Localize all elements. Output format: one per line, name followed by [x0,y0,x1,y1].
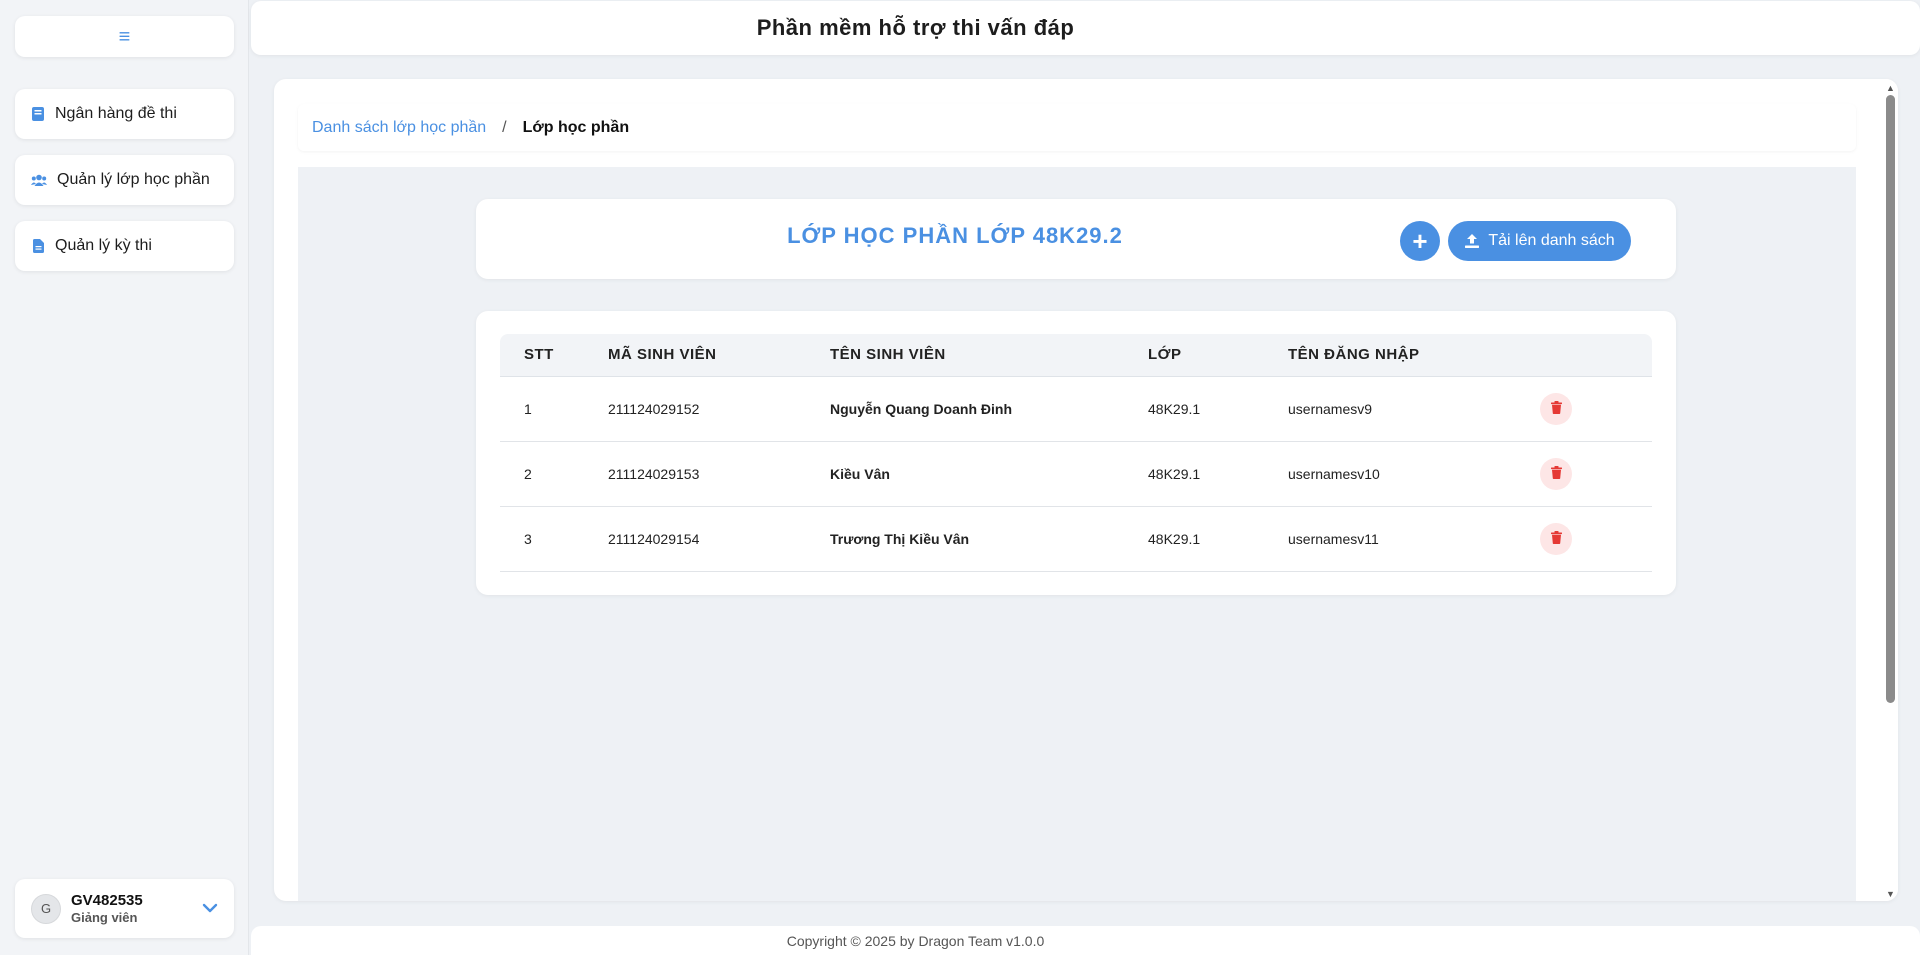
app-header: Phần mềm hỗ trợ thi vấn đáp [251,1,1920,55]
cell-stt: 3 [500,506,608,572]
users-icon [31,173,47,187]
column-header: MÃ SINH VIÊN [608,334,830,377]
add-student-button[interactable]: + [1400,221,1440,261]
sidebar-item-exam-management[interactable]: Quản lý kỳ thi [15,221,234,271]
copyright-text: Copyright © 2025 by Dragon Team v1.0.0 [786,932,1045,949]
table-row: 1 211124029152 Nguyễn Quang Doanh Đinh 4… [500,376,1652,442]
upload-list-label: Tải lên danh sách [1488,232,1615,249]
student-table: STT MÃ SINH VIÊN TÊN SINH VIÊN LỚP TÊN Đ… [500,334,1652,572]
app-title: Phần mềm hỗ trợ thi vấn đáp [756,15,1075,40]
book-icon [31,107,45,121]
trash-icon [1550,465,1562,482]
cell-student-name: Nguyễn Quang Doanh Đinh [830,376,1148,442]
cell-student-id: 211124029152 [608,376,830,442]
menu-toggle-button[interactable]: ≡ [15,16,234,57]
column-header: STT [500,334,608,377]
cell-actions [1540,441,1652,507]
upload-list-button[interactable]: Tải lên danh sách [1448,221,1631,261]
table-row: 2 211124029153 Kiều Vân 48K29.1 username… [500,441,1652,507]
chevron-down-icon[interactable] [202,900,218,918]
cell-actions [1540,506,1652,572]
column-header: TÊN SINH VIÊN [830,334,1148,377]
main-panel: Danh sách lớp học phần / Lớp học phần LỚ… [274,79,1898,901]
avatar: G [31,893,61,924]
class-header-card: LỚP HỌC PHẦN LỚP 48K29.2 + Tải lên danh … [476,199,1676,279]
user-name: GV482535 [71,892,143,909]
cell-class: 48K29.1 [1148,441,1288,507]
class-title: LỚP HỌC PHẦN LỚP 48K29.2 [787,223,1123,248]
document-icon [31,239,45,253]
cell-class: 48K29.1 [1148,506,1288,572]
breadcrumb: Danh sách lớp học phần / Lớp học phần [298,104,1856,151]
upload-icon [1464,233,1480,249]
cell-student-id: 211124029153 [608,441,830,507]
delete-button[interactable] [1540,522,1572,555]
column-header-actions [1540,334,1652,377]
cell-actions [1540,376,1652,442]
user-role: Giảng viên [71,910,138,925]
table-row: 3 211124029154 Trương Thị Kiều Vân 48K29… [500,506,1652,572]
vertical-scrollbar[interactable]: ▲ ▼ [1882,79,1898,901]
column-header: TÊN ĐĂNG NHẬP [1288,334,1540,377]
cell-stt: 1 [500,376,608,442]
breadcrumb-class-list-link[interactable]: Danh sách lớp học phần [312,119,486,137]
cell-stt: 2 [500,441,608,507]
sidebar: ≡ Ngân hàng đề thi Quản lý lớp học phần … [0,0,249,955]
sidebar-item-label: Quản lý kỳ thi [55,237,152,254]
cell-student-name: Trương Thị Kiều Vân [830,506,1148,572]
breadcrumb-separator: / [502,118,507,136]
sidebar-item-question-bank[interactable]: Ngân hàng đề thi [15,89,234,139]
cell-username: usernamesv9 [1288,376,1540,442]
cell-student-name: Kiều Vân [830,441,1148,507]
student-table-card: STT MÃ SINH VIÊN TÊN SINH VIÊN LỚP TÊN Đ… [476,311,1676,595]
hamburger-icon: ≡ [118,25,131,48]
cell-student-id: 211124029154 [608,506,830,572]
content-area: LỚP HỌC PHẦN LỚP 48K29.2 + Tải lên danh … [298,167,1856,901]
trash-icon [1550,530,1562,547]
scrollbar-thumb[interactable] [1886,95,1895,703]
footer: Copyright © 2025 by Dragon Team v1.0.0 [251,926,1920,955]
table-header-row: STT MÃ SINH VIÊN TÊN SINH VIÊN LỚP TÊN Đ… [500,334,1652,377]
cell-class: 48K29.1 [1148,376,1288,442]
breadcrumb-current: Lớp học phần [522,118,630,136]
delete-button[interactable] [1540,457,1572,490]
trash-icon [1550,400,1562,417]
plus-icon: + [1412,225,1428,256]
scroll-up-arrow-icon[interactable]: ▲ [1886,83,1895,93]
cell-username: usernamesv10 [1288,441,1540,507]
sidebar-item-label: Quản lý lớp học phần [57,171,210,188]
column-header: LỚP [1148,334,1288,377]
scroll-down-arrow-icon[interactable]: ▼ [1886,889,1895,899]
cell-username: usernamesv11 [1288,506,1540,572]
delete-button[interactable] [1540,392,1572,425]
sidebar-item-label: Ngân hàng đề thi [55,105,177,122]
user-menu[interactable]: G GV482535 Giảng viên [15,879,234,938]
sidebar-item-class-management[interactable]: Quản lý lớp học phần [15,155,234,205]
